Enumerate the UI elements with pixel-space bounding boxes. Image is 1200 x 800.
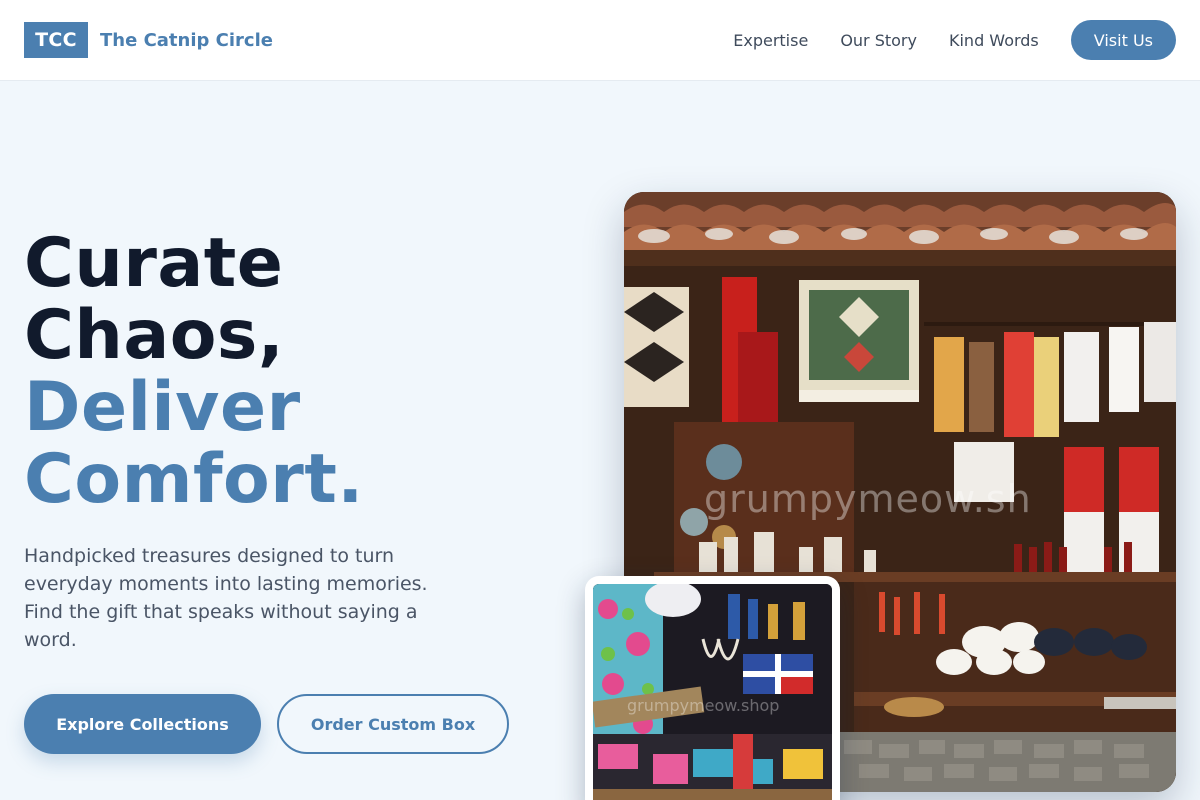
main-image-watermark: grumpymeow.sh [704, 477, 1032, 521]
headline-line-3: Deliver [24, 368, 301, 447]
main-nav: Expertise Our Story Kind Words Visit Us [733, 20, 1176, 60]
nav-link-expertise[interactable]: Expertise [733, 31, 808, 50]
logo-link[interactable]: TCC The Catnip Circle [24, 22, 273, 58]
souvenir-stall-photo-frame: grumpymeow.shop [585, 576, 840, 800]
nav-link-our-story[interactable]: Our Story [840, 31, 917, 50]
inset-image-watermark: grumpymeow.shop [627, 696, 780, 715]
logo-mark: TCC [24, 22, 88, 58]
explore-collections-button[interactable]: Explore Collections [24, 694, 261, 754]
headline-line-1: Curate [24, 224, 284, 303]
headline-line-2: Chaos, [24, 296, 285, 375]
order-custom-box-button[interactable]: Order Custom Box [277, 694, 509, 754]
visit-us-button[interactable]: Visit Us [1070, 20, 1176, 60]
brand-name: The Catnip Circle [100, 29, 273, 51]
nav-link-kind-words[interactable]: Kind Words [949, 31, 1039, 50]
hero-headline: Curate Chaos, Deliver Comfort. [24, 228, 584, 516]
hero-lead: Handpicked treasures designed to turn ev… [24, 545, 428, 651]
souvenir-stall-photo: grumpymeow.shop [593, 584, 832, 800]
souvenir-stall-illustration [593, 584, 832, 800]
site-header: TCC The Catnip Circle Expertise Our Stor… [0, 0, 1200, 81]
headline-line-4: Comfort. [24, 440, 364, 519]
